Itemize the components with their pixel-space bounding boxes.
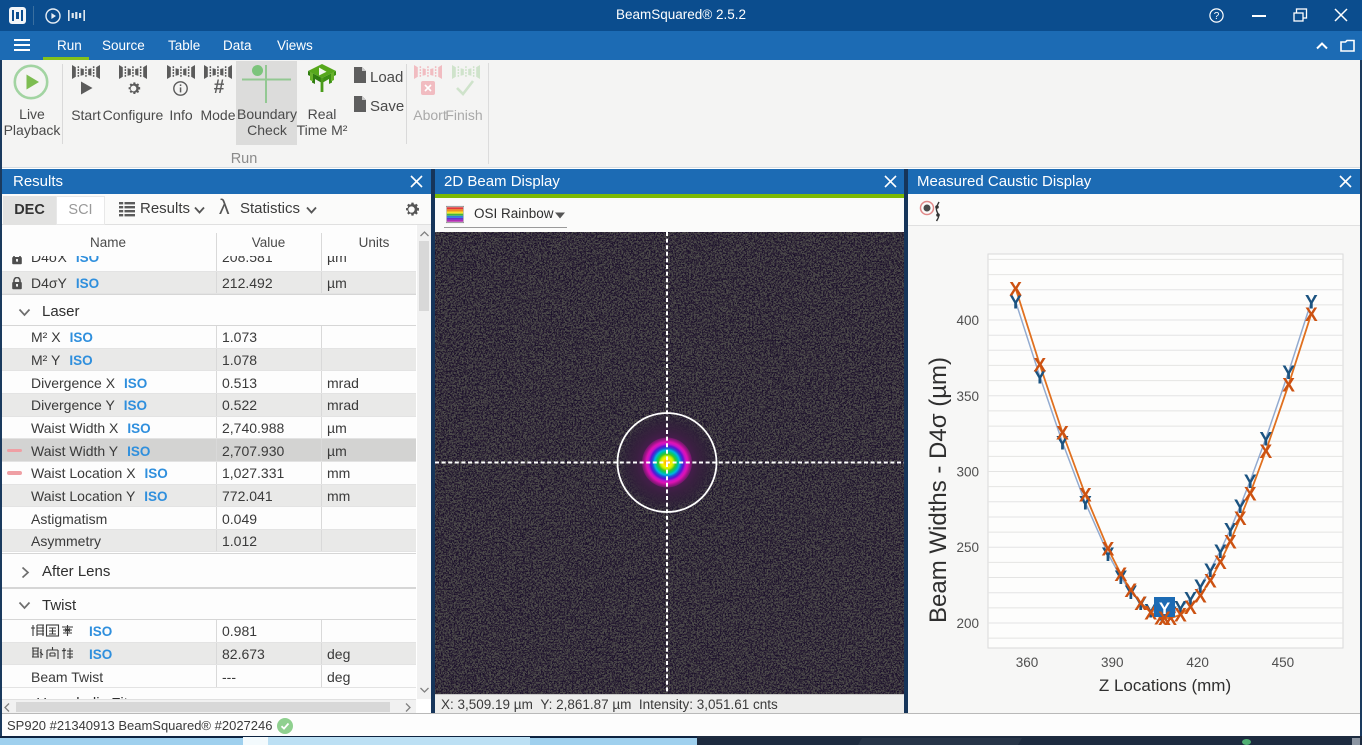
svg-text:250: 250 xyxy=(956,540,979,555)
svg-text:350: 350 xyxy=(956,389,979,404)
svg-text:X: X xyxy=(1224,532,1237,553)
svg-text:390: 390 xyxy=(1101,655,1124,670)
svg-text:420: 420 xyxy=(1186,655,1209,670)
svg-text:400: 400 xyxy=(956,313,979,328)
svg-text:X: X xyxy=(1056,424,1069,445)
svg-text:X: X xyxy=(1158,609,1171,630)
svg-text:X: X xyxy=(1033,356,1046,377)
svg-text:300: 300 xyxy=(956,465,979,480)
svg-text:X: X xyxy=(1259,442,1272,463)
svg-text:450: 450 xyxy=(1272,655,1295,670)
svg-text:X: X xyxy=(1244,484,1257,505)
svg-text:360: 360 xyxy=(1016,655,1039,670)
svg-text:200: 200 xyxy=(956,616,979,631)
svg-text:Beam Widths - D4σ (µm): Beam Widths - D4σ (µm) xyxy=(925,357,952,623)
svg-text:X: X xyxy=(1305,305,1318,326)
svg-text:X: X xyxy=(1079,486,1092,507)
svg-text:Z Locations (mm): Z Locations (mm) xyxy=(1099,676,1231,695)
svg-text:X: X xyxy=(1102,540,1115,561)
svg-text:X: X xyxy=(1204,571,1217,592)
svg-text:X: X xyxy=(1234,509,1247,530)
svg-text:X: X xyxy=(1009,279,1022,300)
svg-text:X: X xyxy=(1214,553,1227,574)
svg-text:X: X xyxy=(1282,376,1295,397)
svg-text:?: ? xyxy=(1214,11,1220,22)
